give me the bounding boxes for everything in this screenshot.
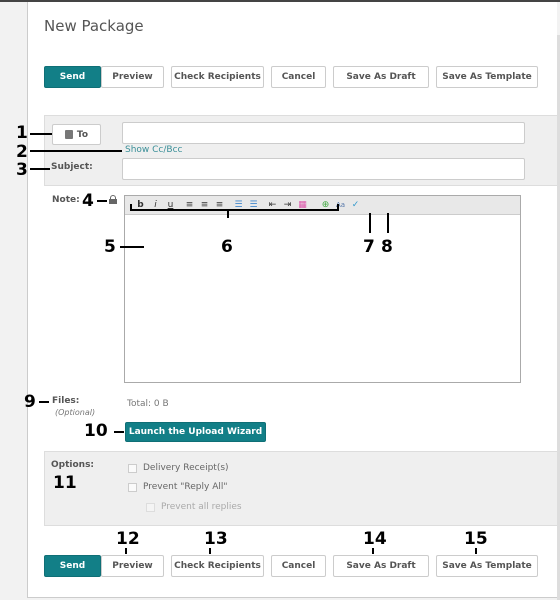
save-as-template-button[interactable]: Save As Template bbox=[436, 66, 538, 88]
save-as-draft-button[interactable]: Save As Draft bbox=[333, 66, 429, 88]
send-button[interactable]: Send bbox=[44, 66, 101, 88]
files-optional: (Optional) bbox=[55, 408, 96, 417]
callout-line bbox=[30, 168, 50, 170]
address-book-icon bbox=[64, 130, 73, 139]
callout-bracket bbox=[337, 204, 339, 211]
to-input[interactable] bbox=[122, 122, 525, 144]
to-label: To bbox=[76, 129, 89, 140]
callout-8: 8 bbox=[381, 237, 393, 257]
prevent-all-replies-checkbox[interactable] bbox=[146, 503, 155, 512]
callout-bracket bbox=[130, 204, 132, 211]
options-panel bbox=[44, 451, 558, 526]
page-title: New Package bbox=[44, 17, 144, 35]
callout-10: 10 bbox=[84, 421, 108, 441]
callout-bracket bbox=[130, 209, 339, 211]
callout-line bbox=[125, 548, 127, 554]
preview-button-bottom[interactable]: Preview bbox=[101, 555, 164, 577]
launch-upload-wizard-button[interactable]: Launch the Upload Wizard bbox=[125, 422, 266, 442]
prevent-reply-all-checkbox[interactable] bbox=[128, 483, 137, 492]
files-label: Files: bbox=[52, 396, 80, 406]
check-recipients-button-bottom[interactable]: Check Recipients bbox=[171, 555, 264, 577]
callout-9: 9 bbox=[24, 392, 36, 412]
callout-7: 7 bbox=[363, 237, 375, 257]
callout-bracket bbox=[227, 210, 229, 218]
callout-14: 14 bbox=[363, 529, 387, 549]
subject-label: Subject: bbox=[51, 162, 93, 172]
callout-line bbox=[369, 213, 371, 233]
callout-line bbox=[97, 200, 107, 202]
callout-11: 11 bbox=[53, 473, 77, 493]
callout-line bbox=[209, 548, 211, 554]
callout-12: 12 bbox=[116, 529, 140, 549]
callout-1: 1 bbox=[16, 123, 28, 143]
to-button[interactable]: To bbox=[52, 124, 101, 145]
callout-line bbox=[475, 548, 477, 554]
callout-line bbox=[387, 213, 389, 233]
callout-line bbox=[114, 431, 124, 433]
delivery-receipt-label: Delivery Receipt(s) bbox=[143, 463, 229, 473]
callout-13: 13 bbox=[204, 529, 228, 549]
note-label: Note: bbox=[52, 195, 80, 205]
check-recipients-button[interactable]: Check Recipients bbox=[171, 66, 264, 88]
callout-line bbox=[39, 401, 49, 403]
callout-15: 15 bbox=[464, 529, 488, 549]
prevent-all-replies-label: Prevent all replies bbox=[161, 502, 242, 512]
cancel-button[interactable]: Cancel bbox=[271, 66, 326, 88]
check-spelling-icon[interactable]: ✓ bbox=[348, 198, 363, 213]
lock-icon[interactable] bbox=[109, 195, 117, 204]
callout-line bbox=[372, 548, 374, 554]
callout-line bbox=[120, 246, 144, 248]
save-as-draft-button-bottom[interactable]: Save As Draft bbox=[333, 555, 429, 577]
files-total: Total: 0 B bbox=[127, 399, 169, 409]
options-label: Options: bbox=[51, 460, 95, 470]
callout-2: 2 bbox=[16, 142, 28, 162]
show-cc-bcc-link[interactable]: Show Cc/Bcc bbox=[125, 145, 182, 155]
callout-4: 4 bbox=[82, 191, 94, 211]
subject-input[interactable] bbox=[122, 158, 525, 180]
cancel-button-bottom[interactable]: Cancel bbox=[271, 555, 326, 577]
callout-3: 3 bbox=[16, 160, 28, 180]
delivery-receipt-checkbox[interactable] bbox=[128, 464, 137, 473]
preview-button[interactable]: Preview bbox=[101, 66, 164, 88]
callout-line bbox=[30, 150, 122, 152]
prevent-reply-all-label: Prevent "Reply All" bbox=[143, 482, 228, 492]
callout-line bbox=[30, 133, 52, 135]
save-as-template-button-bottom[interactable]: Save As Template bbox=[436, 555, 538, 577]
callout-6: 6 bbox=[221, 237, 233, 257]
callout-5: 5 bbox=[104, 237, 116, 257]
note-editor[interactable]: b i u ≡ ≡ ≡ ☰ ☰ ⇤ ⇥ ▦ ⊕ Aa ✓ bbox=[124, 195, 521, 383]
editor-toolbar: b i u ≡ ≡ ≡ ☰ ☰ ⇤ ⇥ ▦ ⊕ Aa ✓ bbox=[125, 196, 520, 215]
send-button-bottom[interactable]: Send bbox=[44, 555, 101, 577]
